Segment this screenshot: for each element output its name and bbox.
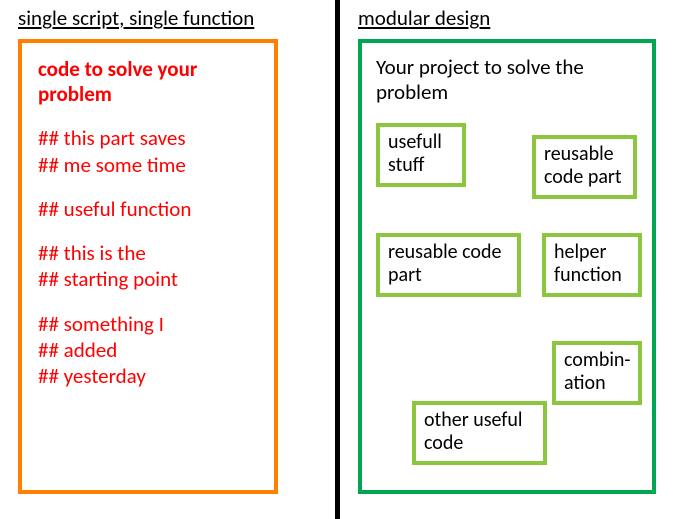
module-other-useful: other useful code	[412, 401, 547, 465]
project-title: Your project to solve the problem	[376, 55, 638, 105]
code-comment-2: ## useful function	[38, 196, 258, 222]
left-column: single script, single function code to s…	[0, 0, 335, 519]
right-column: modular design Your project to solve the…	[340, 0, 685, 519]
module-reusable-code-2: reusable code part	[376, 233, 521, 297]
code-comment-1: ## this part saves ## me some time	[38, 125, 258, 178]
module-helper-function: helper function	[542, 233, 642, 297]
module-reusable-code-1: reusable code part	[532, 135, 637, 199]
right-heading: modular design	[358, 5, 667, 31]
left-heading: single script, single function	[18, 5, 317, 31]
code-comment-4: ## something I ## added ## yesterday	[38, 311, 258, 390]
diagram-container: single script, single function code to s…	[0, 0, 685, 519]
single-script-box: code to solve your problem ## this part …	[18, 39, 278, 494]
modular-design-box: Your project to solve the problem useful…	[358, 39, 656, 494]
module-combination: combin-ation	[552, 341, 642, 405]
module-usefull-stuff: usefull stuff	[376, 123, 466, 187]
code-title: code to solve your problem	[38, 57, 258, 107]
code-comment-3: ## this is the ## starting point	[38, 240, 258, 293]
